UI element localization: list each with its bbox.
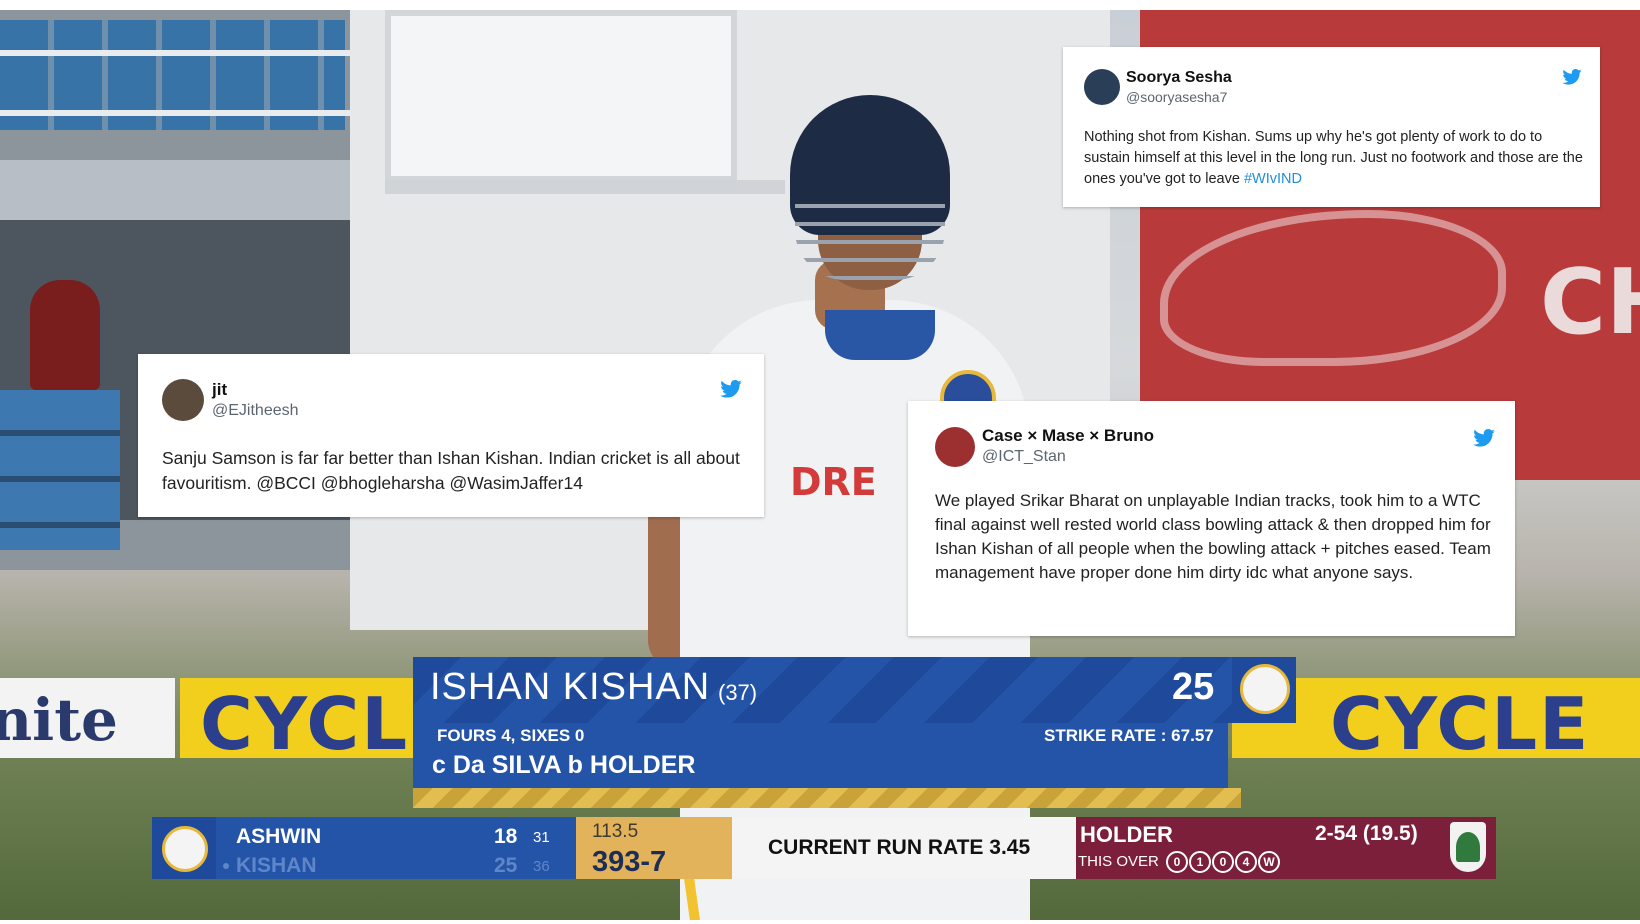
tweet-author-handle[interactable]: @sooryasesha7 (1126, 89, 1227, 105)
on-strike-dot (223, 863, 229, 869)
avatar[interactable] (935, 427, 975, 467)
batter-card-stripe (413, 788, 1241, 808)
tweet-text: Sanju Samson is far far better than Isha… (162, 448, 740, 493)
boundaries-stat: FOURS 4, SIXES 0 (437, 726, 585, 745)
batter1-name: ASHWIN (236, 825, 322, 848)
overs: 113.5 (592, 821, 639, 842)
red-board-text: CH (1540, 250, 1640, 355)
boundary-board-text: CYCLE (1330, 682, 1591, 766)
avatar[interactable] (162, 379, 204, 421)
dismissal: c Da SILVA b HOLDER (432, 751, 696, 779)
india-team-logo-crest (162, 826, 208, 872)
tweet-author-name[interactable]: Soorya Sesha (1126, 69, 1232, 87)
batter2-runs: 25 (494, 854, 518, 877)
over-ball: 4 (1235, 851, 1257, 873)
tweet-card[interactable]: jit @EJitheesh Sanju Samson is far far b… (138, 354, 764, 517)
palm-tree-icon (1456, 832, 1480, 862)
tweet-card[interactable]: Soorya Sesha @sooryasesha7 Nothing shot … (1063, 47, 1600, 207)
over-ball: 0 (1166, 851, 1188, 873)
batter2-name: KISHAN (236, 854, 317, 877)
stand-seats-lower (0, 390, 120, 550)
team-score: 393-7 (592, 846, 667, 878)
india-team-logo-crest (1240, 664, 1290, 714)
over-ball: 1 (1189, 851, 1211, 873)
batter-balls: (37) (718, 680, 758, 705)
over-ball: 0 (1212, 851, 1234, 873)
hashtag-link[interactable]: #WIvIND (1244, 171, 1302, 187)
bowler-name: HOLDER (1080, 822, 1173, 847)
avatar[interactable] (1084, 69, 1120, 105)
boundary-board-text: nite (0, 686, 118, 754)
twitter-bird-icon[interactable] (720, 380, 742, 398)
tweet-text: Nothing shot from Kishan. Sums up why he… (1084, 127, 1584, 190)
batter-runs: 25 (1172, 666, 1215, 708)
batter1-balls: 31 (533, 829, 550, 846)
shirt-sponsor: DRE (790, 460, 877, 504)
batter-name: ISHAN KISHAN (430, 666, 711, 708)
tweet-text-content: Nothing shot from Kishan. Sums up why he… (1084, 129, 1583, 187)
batter2-balls: 36 (533, 858, 550, 875)
pavilion-pipe (385, 180, 785, 194)
helmet-grill (795, 190, 945, 280)
over-ball: W (1258, 851, 1280, 873)
tweet-author-name[interactable]: jit (212, 380, 227, 400)
batter1-runs: 18 (494, 825, 518, 848)
bowler-figures: 2-54 (19.5) (1315, 822, 1418, 845)
railing (0, 50, 350, 56)
spectator (30, 280, 100, 390)
boundary-board-text: CYCL (200, 682, 410, 766)
tweet-text: We played Srikar Bharat on unplayable In… (935, 491, 1491, 582)
player-collar (825, 310, 935, 360)
tweet-card[interactable]: Case × Mase × Bruno @ICT_Stan We played … (908, 401, 1515, 636)
railing (0, 110, 350, 116)
pavilion-window (385, 10, 737, 182)
twitter-bird-icon[interactable] (1473, 429, 1495, 447)
tweet-author-handle[interactable]: @EJitheesh (212, 402, 299, 420)
tweet-author-handle[interactable]: @ICT_Stan (982, 448, 1066, 466)
strike-rate: STRIKE RATE : 67.57 (1044, 726, 1214, 745)
this-over-label: THIS OVER (1078, 853, 1159, 870)
tweet-author-name[interactable]: Case × Mase × Bruno (982, 426, 1154, 446)
stand-roof (0, 160, 350, 220)
current-run-rate: CURRENT RUN RATE 3.45 (768, 836, 1031, 859)
twitter-bird-icon[interactable] (1562, 69, 1582, 85)
